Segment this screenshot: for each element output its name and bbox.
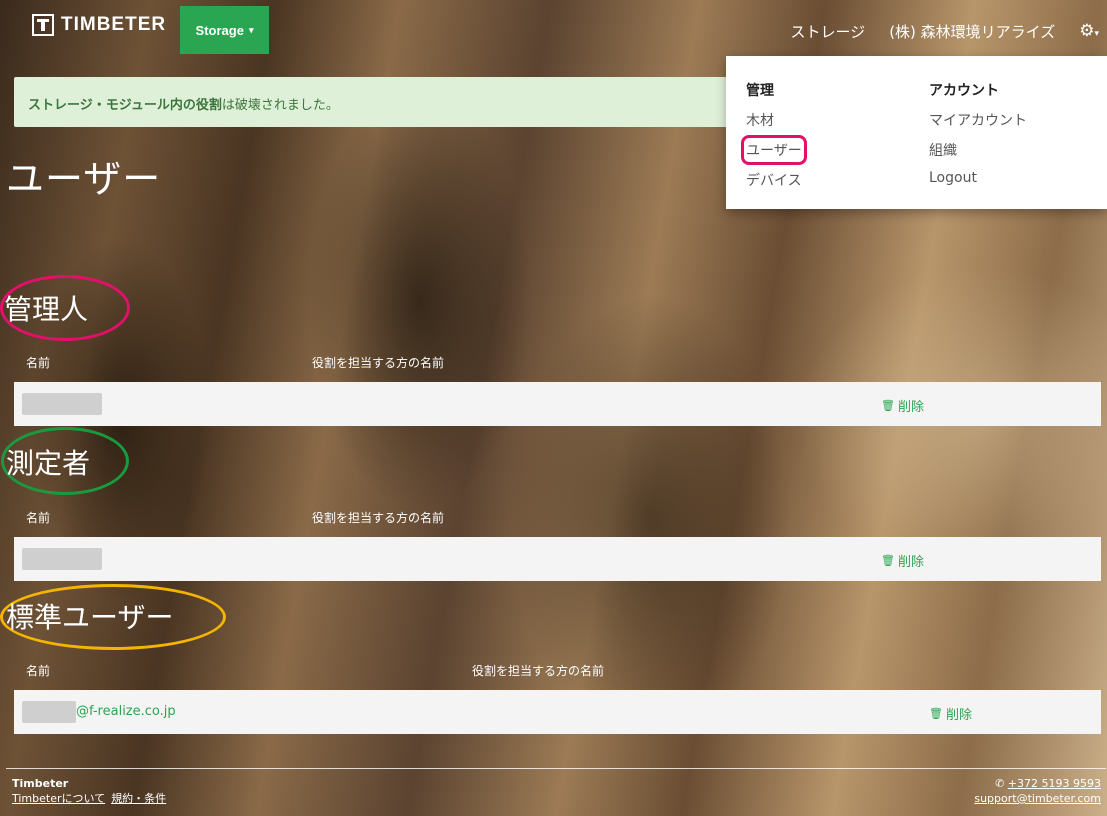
settings-dropdown-menu: 管理 木材 ユーザー デバイス アカウント マイアカウント 組織 Logout	[726, 56, 1107, 209]
column-header-role: 役割を担当する方の名前	[312, 356, 445, 370]
section-title-standard: 標準ユーザー	[6, 601, 174, 634]
alert-bold-text: ストレージ・モジュール内の役割	[28, 98, 222, 113]
redacted-name	[22, 701, 76, 723]
chevron-down-icon: ▾	[248, 24, 254, 35]
column-header-name: 名前	[26, 664, 51, 678]
redacted-name	[22, 548, 102, 570]
storage-label: Storage	[195, 22, 244, 38]
menu-item-devices[interactable]: デバイス	[746, 170, 802, 190]
section-title-measurer: 測定者	[6, 447, 91, 480]
timbeter-logo[interactable]: TIMBETER	[32, 14, 166, 36]
menu-item-logout[interactable]: Logout	[929, 170, 1027, 186]
org-name[interactable]: (株) 森林環境リアライズ	[889, 21, 1055, 42]
storage-module-dropdown[interactable]: Storage ▾	[180, 6, 269, 54]
user-email: @f-realize.co.jp	[76, 704, 176, 719]
terms-link[interactable]: 規約・条件	[111, 792, 166, 805]
delete-button[interactable]: 🗑 削除	[881, 551, 924, 570]
redacted-name	[22, 393, 102, 415]
menu-item-users[interactable]: ユーザー	[741, 135, 807, 165]
logo-text: TIMBETER	[61, 14, 167, 35]
page-title: ユーザー	[6, 157, 162, 201]
about-link[interactable]: Timbeterについて	[12, 792, 105, 805]
account-column: アカウント マイアカウント 組織 Logout	[929, 80, 1027, 186]
phone-icon: ✆	[995, 777, 1005, 790]
table-row: 🗑 削除	[14, 382, 1101, 426]
success-alert: ストレージ・モジュール内の役割は破壊されました。	[14, 77, 744, 127]
timbeter-logo-icon	[32, 14, 54, 36]
manage-column: 管理 木材 ユーザー デバイス	[741, 80, 807, 190]
alert-text: は破壊されました。	[221, 98, 339, 113]
delete-label: 削除	[897, 400, 924, 415]
menu-item-my-account[interactable]: マイアカウント	[929, 110, 1027, 130]
nav-storage-link[interactable]: ストレージ	[790, 21, 865, 42]
trash-icon: 🗑	[881, 554, 895, 567]
trash-icon: 🗑	[881, 399, 895, 412]
section-title-admin: 管理人	[4, 293, 89, 326]
chevron-down-icon: ▾	[1094, 29, 1099, 39]
delete-label: 削除	[945, 708, 972, 723]
footer-right: ✆ +372 5193 9593 support@timbeter.com	[974, 776, 1101, 806]
column-header-name: 名前	[26, 356, 51, 370]
footer-left: Timbeter Timbeterについて 規約・条件	[12, 776, 172, 806]
delete-button[interactable]: 🗑 削除	[881, 396, 924, 415]
column-header-name: 名前	[26, 511, 51, 525]
delete-label: 削除	[897, 555, 924, 570]
gear-icon: ⚙	[1079, 21, 1095, 41]
delete-button[interactable]: 🗑 削除	[929, 704, 972, 723]
column-header-role: 役割を担当する方の名前	[472, 664, 605, 678]
phone-link[interactable]: +372 5193 9593	[1008, 777, 1101, 790]
settings-menu-toggle[interactable]: ⚙▾	[1079, 21, 1099, 41]
column-header-role: 役割を担当する方の名前	[312, 511, 445, 525]
account-header: アカウント	[929, 83, 999, 99]
trash-icon: 🗑	[929, 707, 943, 720]
table-row: 🗑 削除	[14, 537, 1101, 581]
footer-brand: Timbeter	[12, 777, 69, 790]
manage-header: 管理	[746, 83, 774, 99]
menu-item-organization[interactable]: 組織	[929, 140, 1027, 160]
menu-item-timber[interactable]: 木材	[746, 110, 802, 130]
nav-right: ストレージ (株) 森林環境リアライズ ⚙▾	[790, 0, 1099, 62]
top-navbar: TIMBETER Storage ▾ ストレージ (株) 森林環境リアライズ ⚙…	[0, 0, 1107, 62]
table-row: @f-realize.co.jp 🗑 削除	[14, 690, 1101, 734]
footer-divider	[6, 768, 1106, 769]
support-email-link[interactable]: support@timbeter.com	[974, 792, 1101, 805]
